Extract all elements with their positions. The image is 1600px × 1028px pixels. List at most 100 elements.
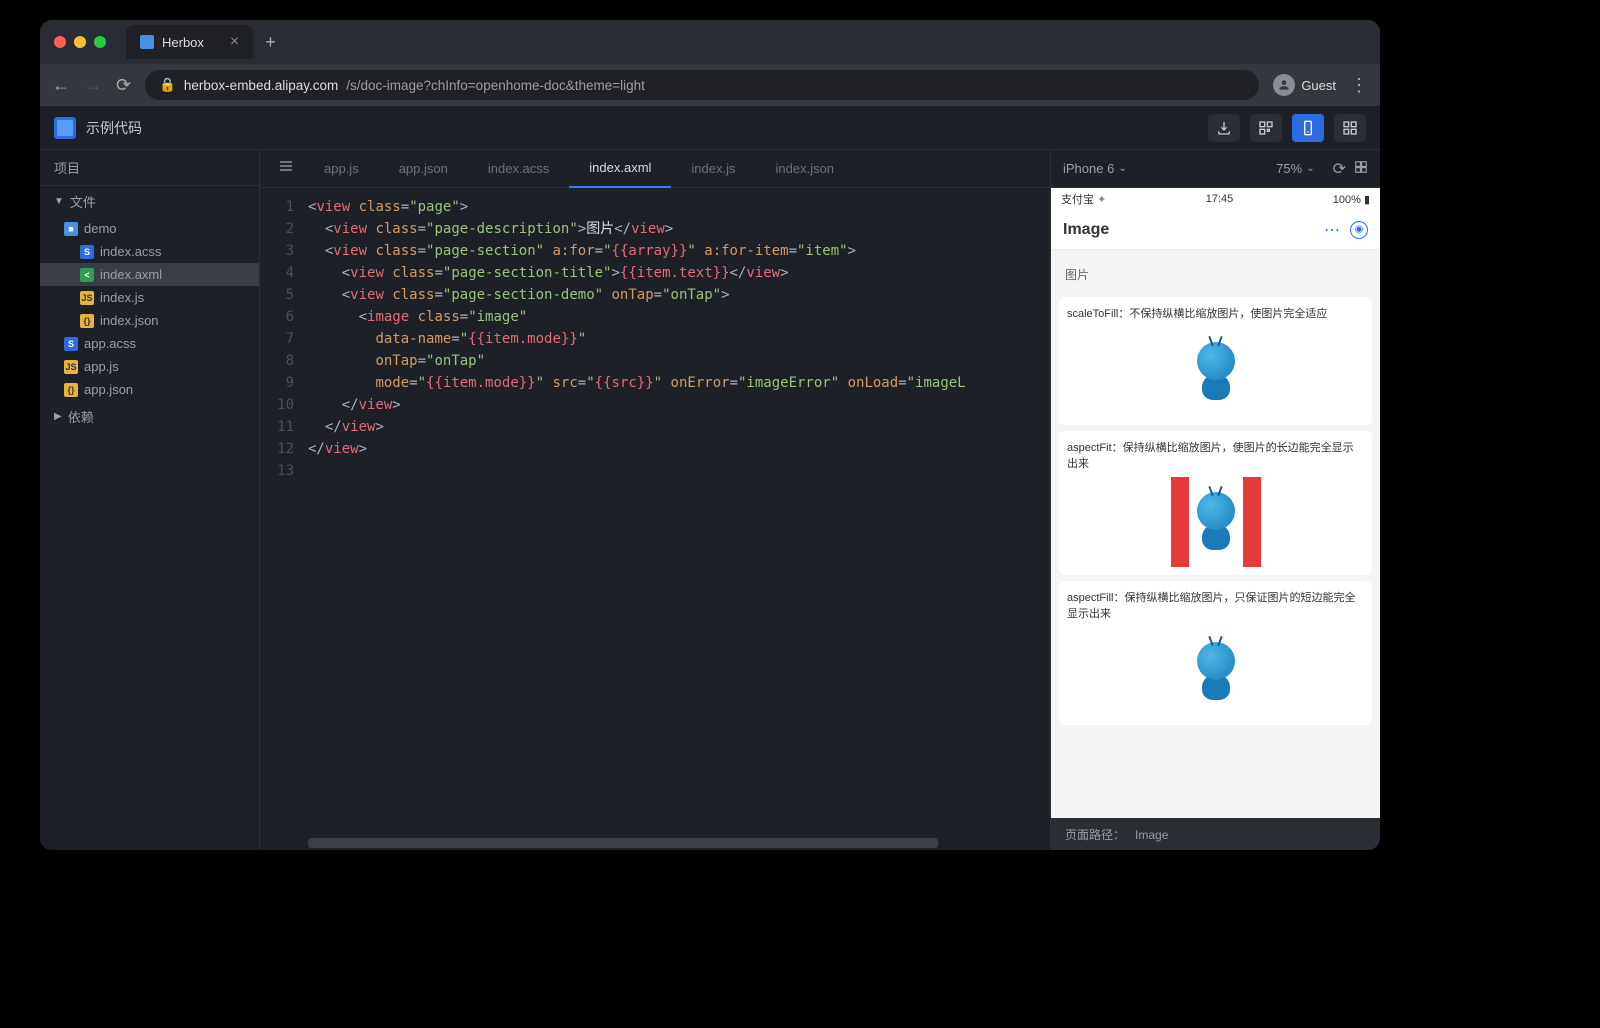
guest-avatar-icon bbox=[1273, 74, 1295, 96]
forward-button[interactable]: → bbox=[84, 75, 102, 96]
guest-profile-button[interactable]: Guest bbox=[1273, 74, 1336, 96]
demo-image[interactable] bbox=[1171, 627, 1261, 717]
file-label: app.acss bbox=[84, 336, 136, 351]
back-button[interactable]: ← bbox=[52, 75, 70, 96]
deps-section[interactable]: ▶ 依赖 bbox=[40, 401, 259, 432]
horizontal-scrollbar[interactable] bbox=[308, 838, 1050, 850]
json-file-icon: {} bbox=[64, 383, 78, 397]
window-maximize-button[interactable] bbox=[94, 36, 106, 48]
folder-demo[interactable]: ■ demo bbox=[40, 217, 259, 240]
scrollbar-thumb[interactable] bbox=[308, 838, 938, 848]
device-selector[interactable]: iPhone 6 ⌄ bbox=[1063, 161, 1268, 176]
tab-title: Herbox bbox=[162, 35, 204, 50]
file-index-json[interactable]: {} index.json bbox=[40, 309, 259, 332]
workspace: 项目 ▼ 文件 ■ demo S index.acss < index.axml… bbox=[40, 150, 1380, 850]
editor-tabs: app.js app.json index.acss index.axml in… bbox=[260, 150, 1050, 188]
traffic-lights bbox=[54, 36, 106, 48]
code-content: <view class="page"> <view class="page-de… bbox=[308, 196, 1050, 842]
tab-index-axml[interactable]: index.axml bbox=[569, 150, 671, 188]
reload-button[interactable]: ⟳ bbox=[116, 75, 131, 96]
browser-tabs: Herbox × + bbox=[126, 25, 276, 59]
phone-nav-title: Image bbox=[1063, 221, 1314, 239]
browser-menu-button[interactable]: ⋮ bbox=[1350, 75, 1368, 96]
folder-icon: ■ bbox=[64, 222, 78, 236]
axml-file-icon: < bbox=[80, 268, 94, 282]
demo-image[interactable] bbox=[1171, 477, 1261, 567]
window-close-button[interactable] bbox=[54, 36, 66, 48]
files-section[interactable]: ▼ 文件 bbox=[40, 186, 259, 217]
image-section-scaletofill: scaleToFill：不保持纵横比缩放图片，使图片完全适应 bbox=[1059, 297, 1372, 425]
tab-index-json[interactable]: index.json bbox=[756, 150, 855, 188]
guest-label: Guest bbox=[1301, 78, 1336, 93]
lock-icon: 🔒 bbox=[159, 77, 176, 93]
preview-pane: iPhone 6 ⌄ 75% ⌄ ⟳ 支付宝 ✦ 17:45 100% ▮ bbox=[1050, 150, 1380, 850]
chevron-down-icon: ⌄ bbox=[1306, 163, 1314, 174]
caret-down-icon: ▼ bbox=[54, 196, 64, 207]
url-host: herbox-embed.alipay.com bbox=[184, 78, 338, 93]
file-label: app.js bbox=[84, 359, 119, 374]
preview-footer: 页面路径： Image bbox=[1051, 818, 1380, 850]
file-label: index.json bbox=[100, 313, 159, 328]
zoom-selector[interactable]: 75% ⌄ bbox=[1276, 161, 1314, 176]
file-label: index.axml bbox=[100, 267, 162, 282]
window-minimize-button[interactable] bbox=[74, 36, 86, 48]
qrcode-button[interactable] bbox=[1250, 114, 1282, 142]
phone-navbar: Image ⋯ ◉ bbox=[1051, 210, 1380, 250]
target-button[interactable]: ◉ bbox=[1350, 221, 1368, 239]
section-title: aspectFill：保持纵横比缩放图片，只保证图片的短边能完全显示出来 bbox=[1067, 589, 1364, 621]
file-label: index.js bbox=[100, 290, 144, 305]
apps-grid-button[interactable] bbox=[1334, 114, 1366, 142]
refresh-preview-button[interactable]: ⟳ bbox=[1333, 159, 1346, 179]
carrier-label: 支付宝 ✦ bbox=[1061, 191, 1106, 207]
folder-label: demo bbox=[84, 221, 117, 236]
tab-app-js[interactable]: app.js bbox=[304, 150, 379, 188]
tab-index-acss[interactable]: index.acss bbox=[468, 150, 569, 188]
image-container bbox=[1067, 327, 1364, 417]
preview-toolbar: iPhone 6 ⌄ 75% ⌄ ⟳ bbox=[1051, 150, 1380, 188]
close-tab-button[interactable]: × bbox=[230, 33, 239, 51]
file-index-acss[interactable]: S index.acss bbox=[40, 240, 259, 263]
section-title: aspectFit：保持纵横比缩放图片，使图片的长边能完全显示出来 bbox=[1067, 439, 1364, 471]
file-index-js[interactable]: JS index.js bbox=[40, 286, 259, 309]
battery-label: 100% ▮ bbox=[1333, 193, 1370, 206]
sidebar-title: 项目 bbox=[40, 150, 259, 186]
image-container bbox=[1067, 627, 1364, 717]
new-tab-button[interactable]: + bbox=[265, 32, 276, 53]
tab-index-js[interactable]: index.js bbox=[671, 150, 755, 188]
layout-button[interactable] bbox=[1354, 160, 1368, 177]
page-description: 图片 bbox=[1051, 258, 1380, 291]
image-container bbox=[1067, 477, 1364, 567]
sidebar: 项目 ▼ 文件 ■ demo S index.acss < index.axml… bbox=[40, 150, 260, 850]
mobile-preview-button[interactable] bbox=[1292, 114, 1324, 142]
tab-app-json[interactable]: app.json bbox=[379, 150, 468, 188]
demo-image[interactable] bbox=[1171, 327, 1261, 417]
phone-content[interactable]: 图片 scaleToFill：不保持纵横比缩放图片，使图片完全适应 aspect… bbox=[1051, 250, 1380, 818]
file-index-axml[interactable]: < index.axml bbox=[40, 263, 259, 286]
more-button[interactable]: ⋯ bbox=[1324, 220, 1340, 240]
css-file-icon: S bbox=[64, 337, 78, 351]
footer-label: 页面路径： bbox=[1065, 826, 1125, 843]
deps-label: 依赖 bbox=[68, 407, 94, 426]
app-title: 示例代码 bbox=[86, 118, 142, 138]
line-number-gutter: 12345678910111213 bbox=[260, 196, 308, 842]
file-label: app.json bbox=[84, 382, 133, 397]
file-app-acss[interactable]: S app.acss bbox=[40, 332, 259, 355]
browser-window: Herbox × + ← → ⟳ 🔒 herbox-embed.alipay.c… bbox=[40, 20, 1380, 850]
file-app-js[interactable]: JS app.js bbox=[40, 355, 259, 378]
titlebar: Herbox × + bbox=[40, 20, 1380, 64]
files-label: 文件 bbox=[70, 192, 96, 211]
image-section-aspectfit: aspectFit：保持纵横比缩放图片，使图片的长边能完全显示出来 bbox=[1059, 431, 1372, 575]
css-file-icon: S bbox=[80, 245, 94, 259]
browser-tab[interactable]: Herbox × bbox=[126, 25, 253, 59]
app-logo-icon bbox=[54, 117, 76, 139]
url-path: /s/doc-image?chInfo=openhome-doc&theme=l… bbox=[346, 78, 645, 93]
url-field[interactable]: 🔒 herbox-embed.alipay.com/s/doc-image?ch… bbox=[145, 70, 1259, 100]
file-label: index.acss bbox=[100, 244, 161, 259]
code-editor[interactable]: 12345678910111213 <view class="page"> <v… bbox=[260, 188, 1050, 850]
file-app-json[interactable]: {} app.json bbox=[40, 378, 259, 401]
device-label: iPhone 6 bbox=[1063, 161, 1114, 176]
download-button[interactable] bbox=[1208, 114, 1240, 142]
editor-area: app.js app.json index.acss index.axml in… bbox=[260, 150, 1050, 850]
addressbar: ← → ⟳ 🔒 herbox-embed.alipay.com/s/doc-im… bbox=[40, 64, 1380, 106]
menu-button[interactable] bbox=[268, 158, 304, 179]
